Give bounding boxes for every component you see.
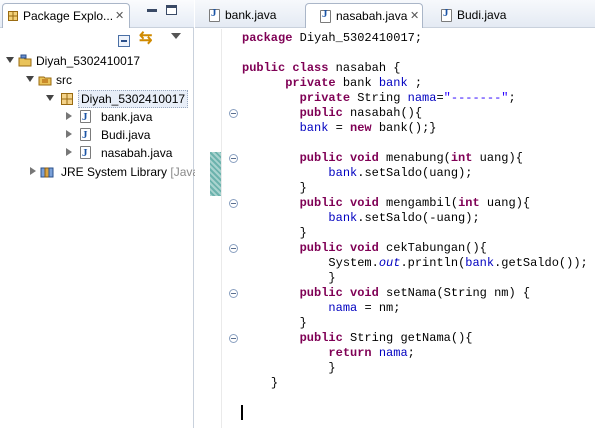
code-line: private bank bank ; bbox=[285, 76, 423, 90]
editor-tabbar: bank.java nasabah.java ✕ Budi.java bbox=[195, 0, 595, 28]
view-menu-chevron-down-icon[interactable] bbox=[171, 33, 181, 39]
fold-collapse-icon[interactable] bbox=[229, 154, 238, 163]
expand-arrow-icon[interactable] bbox=[6, 57, 14, 63]
code-line: public void mengambil(int uang){ bbox=[299, 196, 531, 210]
close-icon[interactable]: ✕ bbox=[115, 9, 124, 22]
fold-collapse-icon[interactable] bbox=[229, 244, 238, 253]
text-caret bbox=[241, 405, 243, 420]
code-line: } bbox=[270, 376, 279, 390]
maximize-icon[interactable] bbox=[166, 5, 177, 15]
code-line: public class nasabah { bbox=[242, 61, 401, 75]
editor-tab-nasabah[interactable]: nasabah.java ✕ bbox=[305, 3, 423, 28]
code-line: public void menabung(int uang){ bbox=[299, 151, 523, 165]
code-line: System.out.println(bank.getSaldo()); bbox=[328, 256, 588, 270]
code-line: package Diyah_5302410017; bbox=[242, 31, 423, 45]
close-icon[interactable]: ✕ bbox=[410, 9, 419, 22]
expand-arrow-icon[interactable] bbox=[30, 167, 36, 175]
code-line: } bbox=[299, 181, 307, 195]
tree-item-label: JRE System Library [Java bbox=[61, 163, 199, 181]
editor-tab-bank[interactable]: bank.java bbox=[195, 3, 297, 28]
link-with-editor-icon[interactable]: ⇆ bbox=[139, 30, 157, 48]
code-line: bank.setSaldo(uang); bbox=[328, 166, 473, 180]
code-line: return nama; bbox=[328, 346, 415, 360]
library-icon bbox=[40, 167, 54, 178]
code-line: nama = nm; bbox=[328, 301, 401, 315]
tree-item-label: bank.java bbox=[101, 110, 153, 124]
code-line: public void cekTabungan(){ bbox=[299, 241, 487, 255]
package-explorer-tab[interactable]: Package Explo... ✕ bbox=[2, 3, 130, 28]
fold-collapse-icon[interactable] bbox=[229, 289, 238, 298]
java-file-icon bbox=[80, 144, 91, 162]
fold-collapse-icon[interactable] bbox=[229, 334, 238, 343]
tree-item-label: Diyah_5302410017 bbox=[36, 54, 141, 68]
tree-item-label: Diyah_5302410017 bbox=[78, 90, 189, 108]
code-line: } bbox=[299, 226, 307, 240]
expand-arrow-icon[interactable] bbox=[66, 112, 72, 120]
code-line: } bbox=[328, 361, 336, 375]
expand-arrow-icon[interactable] bbox=[66, 130, 72, 138]
quick-diff-change-marker[interactable] bbox=[210, 152, 221, 196]
code-line: bank = new bank();} bbox=[299, 121, 437, 135]
code-line: public String getNama(){ bbox=[299, 331, 473, 345]
fold-collapse-icon[interactable] bbox=[229, 199, 238, 208]
package-explorer-icon bbox=[8, 11, 18, 21]
collapse-all-icon[interactable] bbox=[118, 35, 130, 47]
tree-item-label: nasabah.java bbox=[101, 146, 173, 160]
code-line: public nasabah(){ bbox=[299, 106, 423, 120]
expand-arrow-icon[interactable] bbox=[26, 76, 34, 82]
java-file-icon bbox=[441, 7, 452, 22]
editor-left-gutter bbox=[195, 29, 208, 428]
expand-arrow-icon[interactable] bbox=[66, 148, 72, 156]
java-file-icon bbox=[209, 7, 220, 22]
code-line: } bbox=[299, 316, 307, 330]
code-editor[interactable]: package Diyah_5302410017;public class na… bbox=[242, 31, 588, 421]
code-line: } bbox=[328, 271, 336, 285]
tree-item-label: Budi.java bbox=[101, 128, 151, 142]
editor-ruler bbox=[208, 29, 222, 428]
package-explorer-tabbar: Package Explo... ✕ bbox=[0, 0, 194, 28]
code-line: bank.setSaldo(-uang); bbox=[328, 211, 480, 225]
java-file-icon bbox=[320, 8, 331, 23]
code-line: public void setNama(String nm) { bbox=[299, 286, 531, 300]
expand-arrow-icon[interactable] bbox=[46, 95, 54, 101]
source-folder-icon bbox=[38, 76, 52, 86]
package-explorer-view: Package Explo... ✕ ⇆ Diyah_5302410017 sr… bbox=[0, 0, 199, 428]
editor-tab-label: Budi.java bbox=[457, 8, 507, 22]
java-project-icon bbox=[18, 54, 32, 67]
editor-tab-budi[interactable]: Budi.java bbox=[427, 3, 537, 28]
editor-tab-label: bank.java bbox=[225, 8, 277, 22]
tree-item-label: src bbox=[56, 73, 72, 87]
code-line: private String nama="-------"; bbox=[299, 91, 516, 105]
java-file-icon bbox=[80, 108, 91, 126]
package-explorer-tab-label: Package Explo... bbox=[23, 9, 114, 23]
fold-collapse-icon[interactable] bbox=[229, 109, 238, 118]
package-icon bbox=[61, 93, 73, 105]
minimize-icon[interactable] bbox=[147, 9, 157, 12]
editor-tab-label: nasabah.java bbox=[336, 9, 408, 23]
jre-library-label: JRE System Library [Java bbox=[61, 165, 200, 179]
java-file-icon bbox=[80, 126, 91, 144]
